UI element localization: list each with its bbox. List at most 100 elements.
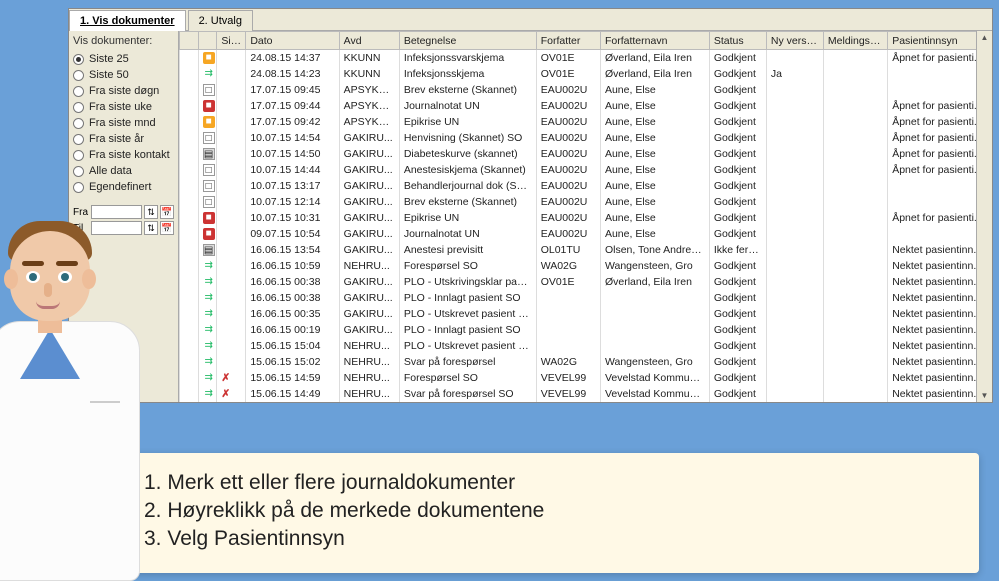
row-selector[interactable] [180,146,199,162]
row-icon-cell: ■ [198,210,217,226]
radio-option[interactable]: Fra siste uke [73,99,174,115]
new-version-cell [766,82,823,98]
author-code-cell: EAU002U [536,82,600,98]
column-header[interactable]: Dato [246,32,339,50]
row-selector[interactable] [180,258,199,274]
table-row[interactable]: ⇉16.06.15 00:38GAKIRU...PLO - Innlagt pa… [180,290,992,306]
row-selector[interactable] [180,98,199,114]
table-row[interactable]: ■17.07.15 09:44APSYKU...Journalnotat UNE… [180,98,992,114]
tree-icon: ⇉ [203,356,215,368]
status-cell: Godkjent [709,306,766,322]
column-header[interactable]: Forfatter [536,32,600,50]
radio-option[interactable]: Fra siste år [73,131,174,147]
row-selector[interactable] [180,82,199,98]
row-icon-cell: ⇉ [198,322,217,338]
sign-cell [217,66,246,82]
column-header[interactable]: Ny versjon [766,32,823,50]
row-selector[interactable] [180,162,199,178]
stepper-icon[interactable]: ⇅ [144,205,158,219]
column-header[interactable]: Forfatternavn [600,32,709,50]
radio-option[interactable]: Fra siste døgn [73,83,174,99]
author-code-cell [536,290,600,306]
column-header[interactable]: Betegnelse [399,32,536,50]
row-selector[interactable] [180,306,199,322]
table-row[interactable]: ⇉16.06.15 00:19GAKIRU...PLO - Innlagt pa… [180,322,992,338]
row-selector[interactable] [180,354,199,370]
author-name-cell: Aune, Else [600,226,709,242]
row-selector[interactable] [180,210,199,226]
row-icon-cell: ■ [198,98,217,114]
instruction-step-2: 2. Høyreklikk på de merkede dokumentene [144,499,955,523]
orange-icon: ■ [203,52,215,64]
row-selector[interactable] [180,386,199,402]
radio-option[interactable]: Siste 50 [73,67,174,83]
row-selector[interactable] [180,274,199,290]
row-selector[interactable] [180,114,199,130]
table-row[interactable]: □10.07.15 14:54GAKIRU...Henvisning (Skan… [180,130,992,146]
row-selector[interactable] [180,322,199,338]
table-row[interactable]: ⇉✗15.06.15 14:59NEHRU...Forespørsel SOVE… [180,370,992,386]
title-cell: Brev eksterne (Skannet) [399,194,536,210]
author-code-cell: EAU002U [536,98,600,114]
table-row[interactable]: ▤16.06.15 13:54GAKIRU...Anestesi previsi… [180,242,992,258]
row-selector[interactable] [180,178,199,194]
table-row[interactable]: ⇉16.06.15 00:35GAKIRU...PLO - Utskrevet … [180,306,992,322]
new-version-cell [766,146,823,162]
column-header[interactable]: Meldingstype [823,32,887,50]
table-row[interactable]: ⇉15.06.15 15:04NEHRU...PLO - Utskrevet p… [180,338,992,354]
column-header[interactable] [198,32,217,50]
new-version-cell [766,178,823,194]
row-selector[interactable] [180,194,199,210]
sign-cell [217,290,246,306]
table-row[interactable]: ■24.08.15 14:37KKUNNInfeksjonssvarskjema… [180,50,992,66]
table-row[interactable]: ■10.07.15 10:31GAKIRU...Epikrise UNEAU00… [180,210,992,226]
row-selector[interactable] [180,290,199,306]
column-header[interactable]: Status [709,32,766,50]
row-selector[interactable] [180,66,199,82]
table-row[interactable]: ⇉16.06.15 00:38GAKIRU...PLO - Utskriving… [180,274,992,290]
new-version-cell [766,306,823,322]
radio-option[interactable]: Fra siste kontakt [73,147,174,163]
radio-label: Fra siste mnd [89,117,156,129]
table-row[interactable]: □17.07.15 09:45APSYKU...Brev eksterne (S… [180,82,992,98]
calendar-icon[interactable]: 📅 [160,205,174,219]
stepper-icon[interactable]: ⇅ [144,221,158,235]
table-row[interactable]: ▤10.07.15 14:50GAKIRU...Diabeteskurve (s… [180,146,992,162]
table-row[interactable]: ■09.07.15 10:54GAKIRU...Journalnotat UNE… [180,226,992,242]
author-code-cell: VEVEL99 [536,370,600,386]
table-row[interactable]: ⇉✗15.06.15 14:49NEHRU...Svar på forespør… [180,386,992,402]
column-header[interactable] [180,32,199,50]
row-selector[interactable] [180,130,199,146]
table-row[interactable]: ■17.07.15 09:42APSYKU...Epikrise UNEAU00… [180,114,992,130]
radio-option[interactable]: Egendefinert [73,179,174,195]
instruction-step-3: 3. Velg Pasientinnsyn [144,527,955,551]
table-row[interactable]: □10.07.15 12:14GAKIRU...Brev eksterne (S… [180,194,992,210]
row-selector[interactable] [180,226,199,242]
column-header[interactable]: Sign [217,32,246,50]
row-selector[interactable] [180,50,199,66]
table-row[interactable]: ⇉24.08.15 14:23KKUNNInfeksjonsskjemaOV01… [180,66,992,82]
tab-view-documents[interactable]: 1. Vis dokumenter [69,10,186,31]
row-selector[interactable] [180,338,199,354]
tab-selection[interactable]: 2. Utvalg [188,10,253,31]
table-row[interactable]: □10.07.15 13:17GAKIRU...Behandlerjournal… [180,178,992,194]
document-grid[interactable]: SignDatoAvdBetegnelseForfatterForfattern… [179,31,992,402]
radio-option[interactable]: Alle data [73,163,174,179]
column-header[interactable]: Avd [339,32,399,50]
table-row[interactable]: ⇉16.06.15 10:59NEHRU...Forespørsel SOWA0… [180,258,992,274]
row-selector[interactable] [180,242,199,258]
row-selector[interactable] [180,370,199,386]
table-row[interactable]: □10.07.15 14:44GAKIRU...Anestesiskjema (… [180,162,992,178]
vertical-scrollbar[interactable] [976,31,992,402]
author-code-cell: WA02G [536,258,600,274]
calendar-icon[interactable]: 📅 [160,221,174,235]
date-cell: 09.07.15 10:54 [246,226,339,242]
avd-cell: GAKIRU... [339,290,399,306]
table-row[interactable]: ⇉15.06.15 15:02NEHRU...Svar på forespørs… [180,354,992,370]
from-date-field[interactable] [91,205,142,219]
page-icon: □ [203,84,215,96]
radio-option[interactable]: Fra siste mnd [73,115,174,131]
author-code-cell: EAU002U [536,114,600,130]
status-cell: Godkjent [709,322,766,338]
radio-option[interactable]: Siste 25 [73,51,174,67]
